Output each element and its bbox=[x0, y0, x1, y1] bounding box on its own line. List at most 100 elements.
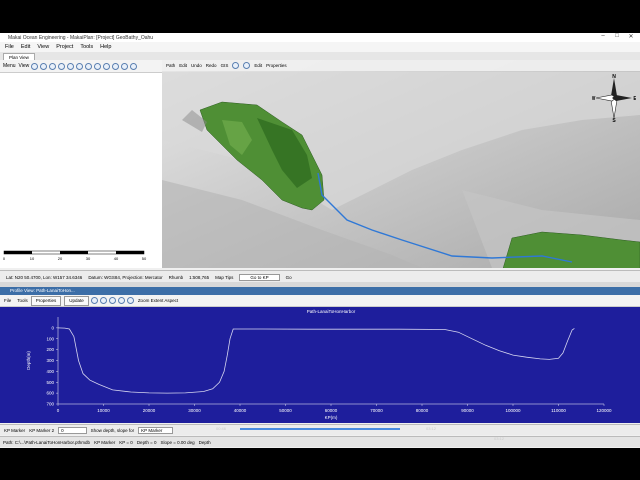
map-canvas[interactable]: Path Edit Undo Redo GIS Edit Properties … bbox=[162, 60, 640, 268]
kp-marker-dropdown[interactable]: KP Marker bbox=[138, 426, 174, 434]
map-tips-checkbox[interactable]: Map Tips bbox=[215, 275, 233, 280]
close-button[interactable]: ✕ bbox=[624, 33, 638, 40]
x-tick-label: 110000 bbox=[551, 408, 566, 413]
compass-rose-icon: N S W E bbox=[592, 74, 636, 122]
slope-readout: Slope = 0.00 deg bbox=[160, 439, 195, 445]
zoom-all-icon[interactable] bbox=[112, 62, 120, 70]
goto-kp-input[interactable]: Go to KP bbox=[239, 273, 280, 281]
refresh-icon[interactable] bbox=[130, 62, 138, 70]
zoom-extent-icon[interactable] bbox=[108, 297, 116, 304]
zoom-out-icon[interactable] bbox=[49, 62, 57, 70]
profile-chart: Path-LanaiToHonHarbor Depth(m) KP(m) 0 10… bbox=[26, 309, 612, 420]
profile-tools-menu[interactable]: Tools bbox=[17, 298, 28, 303]
info-icon[interactable] bbox=[232, 62, 240, 69]
window-title: Makai Ocean Engineering - MakaiPlan: [Pr… bbox=[8, 34, 154, 41]
zoom-previous-icon[interactable] bbox=[76, 62, 84, 70]
redo-button[interactable]: Redo bbox=[206, 63, 217, 68]
properties-menu[interactable]: Properties bbox=[266, 63, 287, 68]
x-tick-label: 40000 bbox=[234, 408, 247, 413]
edit-menu[interactable]: Edit bbox=[179, 63, 187, 68]
menu-bar: File Edit View Project Tools Help bbox=[0, 42, 640, 52]
profile-plot-area[interactable]: Path-LanaiToHonHarbor Depth(m) KP(m) 0 10… bbox=[0, 307, 640, 423]
title-bar: Makai Ocean Engineering - MakaiPlan: [Pr… bbox=[0, 33, 640, 42]
path-menu[interactable]: Path bbox=[166, 63, 175, 68]
pointer-icon[interactable] bbox=[31, 62, 39, 70]
depth2-readout: Depth bbox=[198, 439, 211, 445]
kp-marker2-checkbox[interactable]: KP Marker 2 bbox=[29, 428, 54, 433]
x-tick-label: 120000 bbox=[596, 408, 612, 413]
x-tick-label: 100000 bbox=[505, 408, 521, 413]
chart-xlabel: KP(m) bbox=[325, 415, 338, 420]
left-pane: Menu View km 0 10 20 30 40 50 bbox=[0, 60, 163, 268]
video-time-total: 03:12 bbox=[426, 426, 437, 431]
profile-toolbar: File Tools Properties Update Zoom Extent… bbox=[0, 295, 640, 307]
scale-tick: 10 bbox=[30, 256, 35, 261]
x-tick-label: 30000 bbox=[188, 408, 201, 413]
compass-e: E bbox=[633, 96, 636, 102]
chart-title: Path-LanaiToHonHarbor bbox=[307, 309, 356, 314]
y-tick-label: 300 bbox=[46, 358, 54, 363]
zoom-next-icon[interactable] bbox=[85, 62, 93, 70]
menu-project[interactable]: Project bbox=[56, 44, 73, 50]
profile-properties-button[interactable]: Properties bbox=[30, 295, 62, 306]
view-dropdown[interactable]: View bbox=[19, 63, 30, 69]
scale-tick: 30 bbox=[86, 256, 91, 261]
edit2-menu[interactable]: Edit bbox=[254, 63, 262, 68]
profile-file-menu[interactable]: File bbox=[4, 298, 11, 303]
video-time-elapsed: 00:46 bbox=[216, 426, 227, 431]
zoom-in-icon[interactable] bbox=[40, 62, 48, 70]
scale-tick: 0 bbox=[3, 256, 6, 261]
rhumb-toggle[interactable]: Rhumb bbox=[169, 275, 184, 280]
go-button[interactable]: Go bbox=[286, 275, 292, 280]
scale-tick: 20 bbox=[58, 256, 63, 261]
x-tick-label: 70000 bbox=[370, 408, 383, 413]
map-shaded-relief bbox=[162, 60, 640, 268]
zoom-extent-aspect-button[interactable]: Zoom Extent Aspect bbox=[138, 298, 178, 303]
chart-ylabel: Depth(m) bbox=[26, 351, 31, 370]
zoom-in-icon[interactable] bbox=[90, 297, 98, 304]
minimize-button[interactable]: – bbox=[596, 33, 610, 40]
kp-marker-checkbox[interactable]: KP Marker bbox=[4, 428, 25, 433]
depth-profile-line[interactable] bbox=[57, 327, 575, 394]
zoom-layer-icon[interactable] bbox=[94, 62, 102, 70]
gis-menu[interactable]: GIS bbox=[221, 63, 229, 68]
menu-edit[interactable]: Edit bbox=[21, 44, 30, 50]
compass-w: W bbox=[592, 96, 596, 102]
path-file-readout: Path: C:\...\Path-LanaiToHonHarbor.pthmd… bbox=[3, 439, 91, 445]
link-icon[interactable] bbox=[243, 62, 251, 69]
x-tick-label: 60000 bbox=[325, 408, 338, 413]
menu-dropdown[interactable]: Menu bbox=[3, 63, 16, 69]
profile-update-button[interactable]: Update bbox=[64, 295, 89, 306]
x-tick-label: 80000 bbox=[416, 408, 429, 413]
bottom-status-bar: Path: C:\...\Path-LanaiToHonHarbor.pthmd… bbox=[0, 436, 640, 447]
zoom-out-icon[interactable] bbox=[99, 297, 107, 304]
x-tick-label: 50000 bbox=[279, 408, 292, 413]
zoom-window-icon[interactable] bbox=[67, 62, 75, 70]
plan-toolbar: Menu View bbox=[0, 60, 162, 73]
datum-readout: Datum: WGS84, Projection: Mercator bbox=[88, 274, 163, 280]
y-tick-label: 100 bbox=[46, 336, 54, 341]
zoom-previous-icon[interactable] bbox=[126, 297, 134, 304]
undo-button[interactable]: Undo bbox=[191, 63, 202, 68]
y-tick-label: 0 bbox=[51, 325, 54, 330]
y-tick-label: 400 bbox=[46, 369, 54, 374]
kp-value-input[interactable]: 0 bbox=[58, 426, 87, 434]
zoom-extent-icon[interactable] bbox=[58, 62, 66, 70]
maximize-button[interactable]: □ bbox=[610, 33, 624, 40]
zoom-path-icon[interactable] bbox=[103, 62, 111, 70]
video-time-right: 03:12 bbox=[494, 436, 505, 441]
menu-help[interactable]: Help bbox=[100, 44, 111, 50]
y-tick-label: 600 bbox=[46, 391, 54, 396]
video-progress-track[interactable] bbox=[240, 428, 400, 430]
menu-tools[interactable]: Tools bbox=[80, 44, 93, 50]
menu-view[interactable]: View bbox=[37, 44, 49, 50]
y-tick-label: 500 bbox=[46, 380, 54, 385]
zoom-point-icon[interactable] bbox=[121, 62, 129, 70]
menu-file[interactable]: File bbox=[5, 44, 14, 50]
application-window: Makai Ocean Engineering - MakaiPlan: [Pr… bbox=[0, 33, 640, 448]
x-tick-label: 20000 bbox=[143, 408, 156, 413]
kp-marker-readout: KP Marker bbox=[94, 439, 116, 445]
x-tick-label: 10000 bbox=[97, 408, 110, 413]
compass-n: N bbox=[612, 74, 616, 80]
zoom-window-icon[interactable] bbox=[117, 297, 125, 304]
